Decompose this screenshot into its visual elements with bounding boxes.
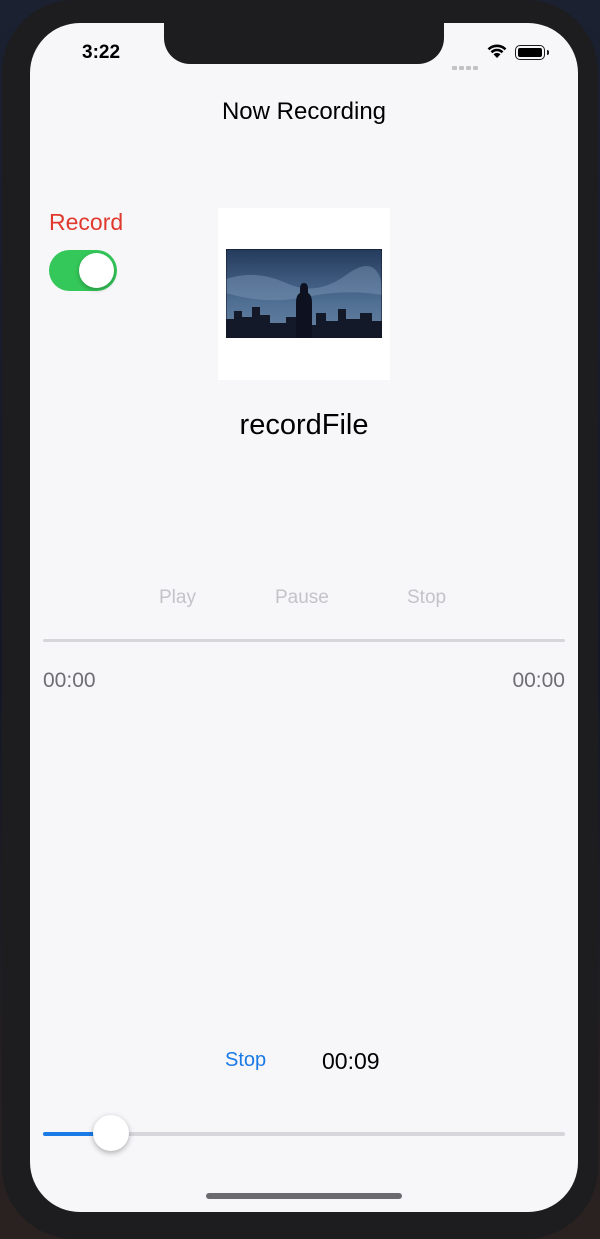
pause-button[interactable]: Pause [275,587,329,609]
record-label: Record [49,209,124,235]
wifi-icon [487,44,507,58]
device-notch [164,23,444,64]
page-title: Now Recording [221,98,387,125]
total-time-label: 00:00 [512,669,565,692]
app-screen: 3:22 Now Recording Record recordFile Pla… [30,23,578,1212]
photo-thumbnail-image [226,249,382,338]
slider-knob[interactable] [92,1115,129,1151]
elapsed-time: 00:09 [322,1048,380,1074]
cellular-signal-icon [452,57,480,75]
playback-progress-bar [43,639,565,642]
stop-recording-button[interactable]: Stop [225,1049,266,1072]
toggle-knob [79,253,114,288]
recording-thumbnail [218,208,390,380]
device-frame: 3:22 Now Recording Record recordFile Pla… [2,0,598,1239]
stop-playback-button[interactable]: Stop [407,587,446,609]
status-time: 3:22 [82,42,121,63]
file-name: recordFile [239,409,369,441]
current-time-label: 00:00 [43,669,96,692]
home-indicator [206,1193,402,1199]
record-toggle[interactable] [49,250,117,291]
play-button[interactable]: Play [159,587,196,609]
recording-slider[interactable] [43,1115,565,1151]
battery-icon [515,45,549,60]
